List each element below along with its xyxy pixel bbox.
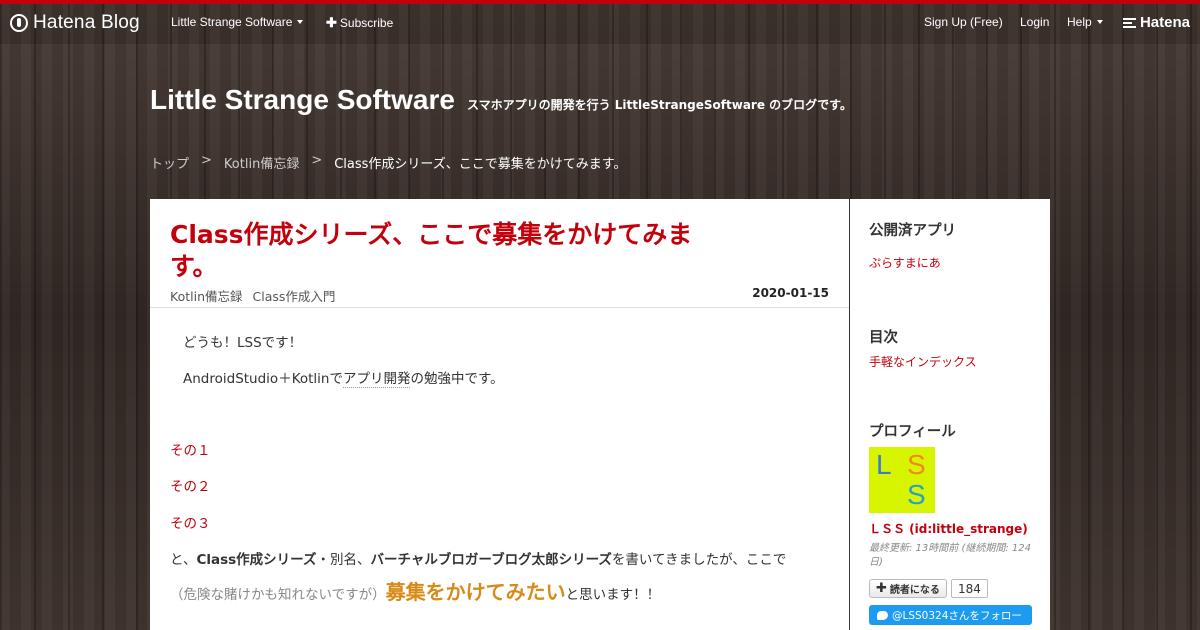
reader-count: 184 [951, 579, 988, 598]
twitter-follow-button[interactable]: @LSS0324さんをフォロー [869, 605, 1032, 625]
paragraph: と、Class作成シリーズ・別名、バーチャルブロガーブログ太郎シリーズを書いてき… [170, 548, 786, 568]
text: ・別名、 [316, 552, 371, 568]
paragraph: AndroidStudio＋Kotlinでアプリ開発の勉強中です。 [183, 367, 504, 388]
login-link[interactable]: Login [1020, 15, 1049, 29]
keyword-link[interactable]: アプリ開発 [342, 371, 411, 388]
subscribe-button[interactable]: ✚ Subscribe [326, 15, 393, 31]
blog-title[interactable]: Little Strange Software [150, 84, 455, 116]
text: の勉強中です。 [410, 371, 504, 387]
sidebar-apps-title: 公開済アプリ [869, 223, 956, 239]
sidebar-toc-link[interactable]: 手軽なインデックス [869, 353, 977, 370]
plus-icon: ✚ [876, 581, 887, 596]
muted-text: （危険な賭けかも知れないですが） [170, 587, 386, 603]
series-link-1[interactable]: その１ [170, 439, 211, 459]
sidebar-toc-title: 目次 [869, 330, 898, 346]
blog-menu[interactable]: Little Strange Software [171, 15, 304, 29]
reader-button-label: 読者になる [889, 585, 940, 596]
signup-link[interactable]: Sign Up (Free) [924, 15, 1003, 29]
hatena-blog-icon [10, 14, 28, 32]
login-label: Login [1020, 15, 1050, 29]
profile-meta: 最終更新: 13時間前 (継続期間: 124 日) [869, 543, 1031, 568]
breadcrumb-top[interactable]: トップ [150, 153, 189, 172]
entry-article: Class作成シリーズ、ここで募集をかけてみます。 Kotlin備忘録 Clas… [150, 199, 849, 630]
hatena-icon [1122, 17, 1136, 28]
signup-label: Sign Up (Free) [924, 15, 1003, 29]
breadcrumb: トップ > Kotlin備忘録 > Class作成シリーズ、ここで募集をかけてみ… [150, 153, 627, 172]
sidebar-apps-link[interactable]: ぷらすまにあ [869, 254, 941, 271]
avatar-letter: S [907, 479, 926, 510]
help-label: Help [1067, 15, 1092, 29]
brand-name: Hatena Blog [33, 12, 140, 33]
series-link-2[interactable]: その２ [170, 475, 211, 495]
sidebar-profile-title: プロフィール [869, 424, 956, 440]
blog-menu-label: Little Strange Software [171, 15, 293, 29]
breadcrumb-current: Class作成シリーズ、ここで募集をかけてみます。 [334, 157, 627, 172]
text: と思います！！ [565, 587, 661, 603]
global-header: Hatena Blog Little Strange Software ✚ Su… [0, 0, 1200, 44]
breadcrumb-separator: > [201, 153, 212, 168]
text: AndroidStudio＋Kotlinで [183, 371, 343, 387]
entry-divider [150, 307, 849, 308]
series-link-3[interactable]: その３ [170, 512, 211, 532]
subscribe-label: Subscribe [339, 16, 394, 30]
plus-icon: ✚ [326, 15, 337, 30]
avatar-letter: S [907, 449, 926, 480]
subscribe-reader-button[interactable]: ✚ 読者になる [869, 579, 947, 598]
blog-description: スマホアプリの開発を行う LittleStrangeSoftware のブログで… [466, 98, 852, 112]
twitter-bird-icon [877, 610, 888, 620]
hatena-logo[interactable]: Hatena [1122, 14, 1190, 31]
hatena-blog-logo[interactable]: Hatena Blog [10, 12, 140, 34]
category-link[interactable]: Class作成入門 [253, 286, 336, 305]
hatena-label: Hatena [1139, 14, 1190, 31]
bold-text: Class作成シリーズ [196, 552, 317, 568]
profile-name[interactable]: ＬＳＳ (id:little_strange) [869, 520, 1028, 537]
entry-categories: Kotlin備忘録 Class作成入門 [170, 286, 335, 305]
follow-label: @LSS0324さんをフォロー [892, 609, 1022, 622]
avatar[interactable]: L S S [869, 447, 935, 513]
chevron-down-icon [1096, 20, 1103, 24]
entry-title[interactable]: Class作成シリーズ、ここで募集をかけてみます。 [170, 219, 730, 283]
bold-text: バーチャルブロガーブログ太郎シリーズ [370, 552, 612, 568]
text: を書いてきましたが、ここで [611, 552, 787, 568]
highlight-text: 募集をかけてみたい [385, 580, 566, 604]
breadcrumb-separator: > [311, 153, 323, 168]
chevron-down-icon [297, 20, 304, 24]
breadcrumb-category[interactable]: Kotlin備忘録 [224, 153, 299, 172]
text: と、 [170, 552, 197, 568]
paragraph: （危険な賭けかも知れないですが）募集をかけてみたいと思います！！ [170, 576, 660, 605]
blog-header: Little Strange Software スマホアプリの開発を行う Lit… [150, 84, 852, 116]
entry-date[interactable]: 2020-01-15 [752, 286, 829, 300]
paragraph: どうも！LSSです！ [183, 335, 303, 351]
avatar-letter: L [876, 449, 892, 480]
help-menu[interactable]: Help [1067, 15, 1103, 29]
sidebar: 公開済アプリ ぷらすまにあ 目次 手軽なインデックス プロフィール L S S … [850, 199, 1050, 630]
category-link[interactable]: Kotlin備忘録 [170, 286, 243, 305]
